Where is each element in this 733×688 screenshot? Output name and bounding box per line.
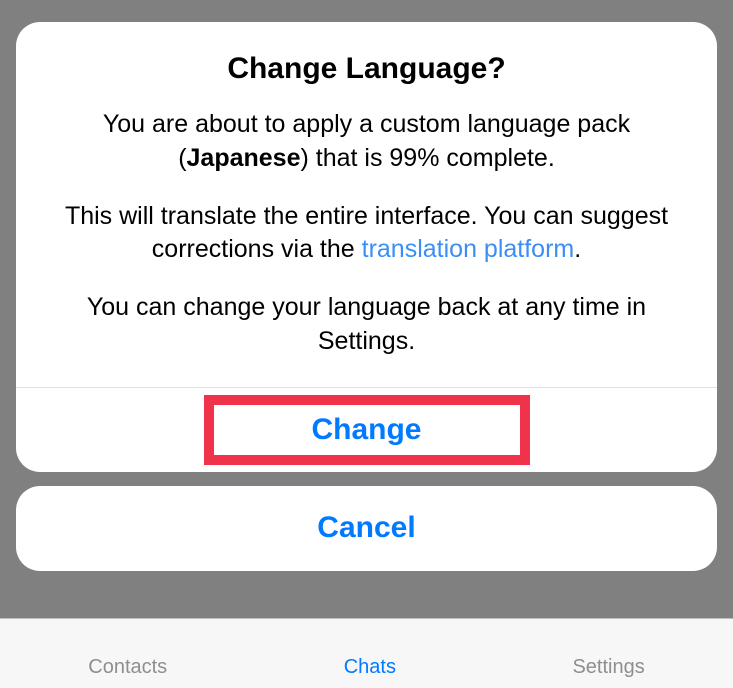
change-button-row[interactable]: Change (16, 387, 717, 472)
completion-percent: 99% (389, 144, 439, 172)
change-button[interactable]: Change (271, 403, 461, 457)
alert-body: You are about to apply a custom language… (40, 108, 693, 359)
alert-content: Change Language? You are about to apply … (16, 22, 717, 387)
language-name: Japanese (187, 144, 301, 172)
body-post-lang: ) that is (300, 144, 389, 172)
alert-paragraph-3: You can change your language back at any… (40, 291, 693, 359)
alert-title: Change Language? (40, 52, 693, 86)
translation-platform-link[interactable]: translation platform (362, 235, 575, 263)
alert-paragraph-1: You are about to apply a custom language… (40, 108, 693, 176)
alert-dialog: Change Language? You are about to apply … (16, 22, 717, 472)
cancel-button[interactable]: Cancel (317, 511, 415, 545)
alert-paragraph-2: This will translate the entire interface… (40, 200, 693, 268)
modal-overlay: Change Language? You are about to apply … (0, 0, 733, 688)
cancel-button-card[interactable]: Cancel (16, 486, 717, 571)
body-complete: complete. (439, 144, 554, 172)
para2-post: . (574, 235, 581, 263)
